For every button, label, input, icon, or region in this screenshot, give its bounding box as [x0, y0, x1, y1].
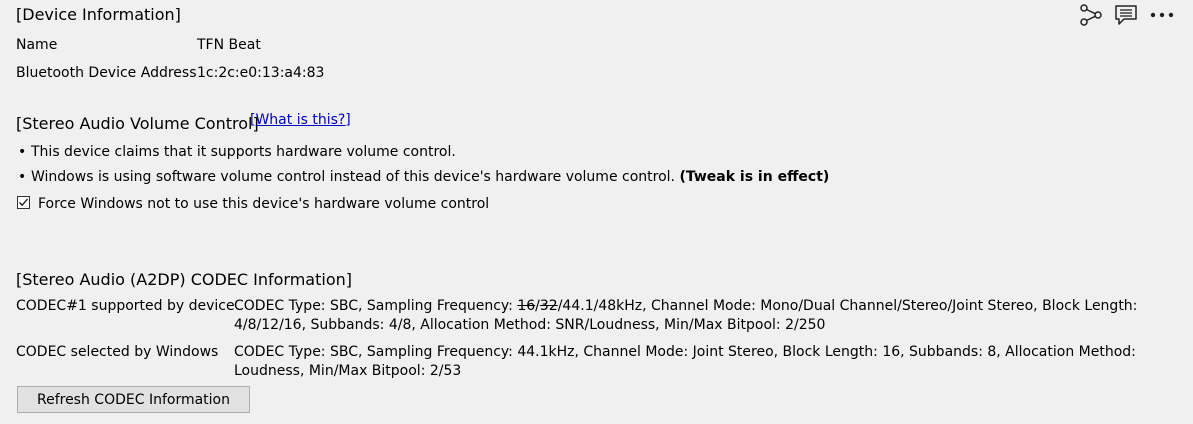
- checkmark-icon: [19, 198, 28, 207]
- device-info-title: [Device Information]: [16, 5, 181, 24]
- codec1-label: CODEC#1 supported by device: [16, 298, 235, 314]
- codec1-unsupported-freq-16: 16: [517, 298, 536, 314]
- name-label: Name: [16, 37, 58, 53]
- bullet-dot-2: •: [18, 169, 27, 185]
- refresh-codec-button[interactable]: Refresh CODEC Information: [17, 386, 250, 413]
- address-label: Bluetooth Device Address: [16, 65, 197, 81]
- codec1-value: CODEC Type: SBC, Sampling Frequency: 16/…: [234, 297, 1179, 335]
- codec-selected-value: CODEC Type: SBC, Sampling Frequency: 44.…: [234, 344, 1136, 379]
- force-software-volume-label[interactable]: Force Windows not to use this device's h…: [38, 196, 489, 212]
- codec-section-title: [Stereo Audio (A2DP) CODEC Information]: [16, 270, 352, 289]
- comment-icon[interactable]: [1114, 4, 1138, 26]
- share-icon[interactable]: [1079, 4, 1103, 26]
- name-value: TFN Beat: [197, 37, 261, 53]
- more-icon[interactable]: [1149, 4, 1174, 26]
- bullet-text-2: Windows is using software volume control…: [31, 169, 829, 185]
- force-software-volume-checkbox[interactable]: [17, 196, 30, 209]
- bullet-dot-1: •: [18, 144, 27, 160]
- codec1-value-pre: CODEC Type: SBC, Sampling Frequency:: [234, 298, 518, 314]
- tweak-status: (Tweak is in effect): [679, 169, 830, 185]
- address-value: 1c:2c:e0:13:a4:83: [197, 65, 325, 81]
- bullet-text-2-main: Windows is using software volume control…: [31, 169, 675, 185]
- volume-section-title: [Stereo Audio Volume Control]: [16, 114, 259, 133]
- codec1-unsupported-freq-32: 32: [539, 298, 558, 314]
- codec-selected-label: CODEC selected by Windows: [16, 344, 219, 360]
- bullet-text-1: This device claims that it supports hard…: [31, 144, 456, 160]
- what-is-this-link[interactable]: [What is this?]: [250, 112, 351, 128]
